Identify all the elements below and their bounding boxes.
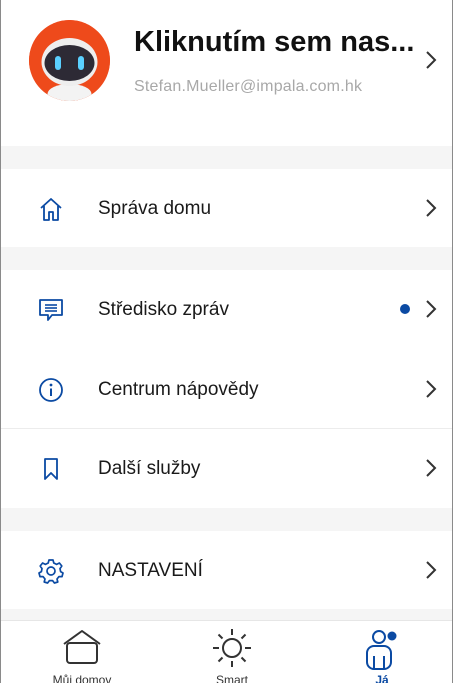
person-icon xyxy=(366,630,397,670)
tab-label: Smart xyxy=(215,673,248,683)
menu-item-help-center[interactable]: Centrum nápovědy xyxy=(1,350,452,428)
tab-label: Já xyxy=(375,673,389,683)
chevron-right-icon xyxy=(426,51,437,69)
bottom-tab-bar: Můj domov Smart Já xyxy=(1,620,452,683)
menu-item-label: NASTAVENÍ xyxy=(98,560,203,581)
home-tab-icon xyxy=(63,630,101,664)
house-icon xyxy=(40,198,62,221)
robot-avatar-icon[interactable] xyxy=(29,20,110,101)
chevron-right-icon xyxy=(426,561,437,579)
profile-header[interactable]: Kliknutím sem nas... Stefan.Mueller@impa… xyxy=(1,0,452,146)
message-icon xyxy=(39,299,63,321)
chevron-right-icon xyxy=(426,380,437,398)
menu-item-more-services[interactable]: Další služby xyxy=(1,429,452,507)
menu-item-settings[interactable]: NASTAVENÍ xyxy=(1,531,452,609)
chevron-right-icon xyxy=(426,300,437,318)
info-icon xyxy=(39,378,63,402)
chevron-right-icon xyxy=(426,199,437,217)
home-section: Správa domu xyxy=(1,169,452,247)
tab-my-home[interactable]: Můj domov xyxy=(7,621,157,683)
menu-item-label: Středisko zpráv xyxy=(98,299,229,320)
chevron-right-icon xyxy=(426,459,437,477)
tab-me[interactable]: Já xyxy=(307,621,452,683)
tab-smart[interactable]: Smart xyxy=(157,621,307,683)
menu-item-home-management[interactable]: Správa domu xyxy=(1,169,452,247)
menu-item-label: Správa domu xyxy=(98,198,212,219)
profile-name[interactable]: Kliknutím sem nas... xyxy=(134,26,424,59)
tab-label: Můj domov xyxy=(52,673,112,683)
info-section: Středisko zpráv Centrum nápovědy Další s… xyxy=(1,270,452,508)
menu-item-label: Další služby xyxy=(98,458,201,479)
gear-icon xyxy=(38,559,64,584)
settings-section: NASTAVENÍ xyxy=(1,531,452,609)
bookmark-icon xyxy=(44,458,58,480)
menu-item-message-center[interactable]: Středisko zpráv xyxy=(1,270,452,348)
profile-email: Stefan.Mueller@impala.com.hk xyxy=(134,78,363,95)
sun-icon xyxy=(213,629,251,667)
app-screen: Kliknutím sem nas... Stefan.Mueller@impa… xyxy=(0,0,453,683)
menu-item-label: Centrum nápovědy xyxy=(98,379,259,400)
unread-dot-icon xyxy=(400,304,410,314)
